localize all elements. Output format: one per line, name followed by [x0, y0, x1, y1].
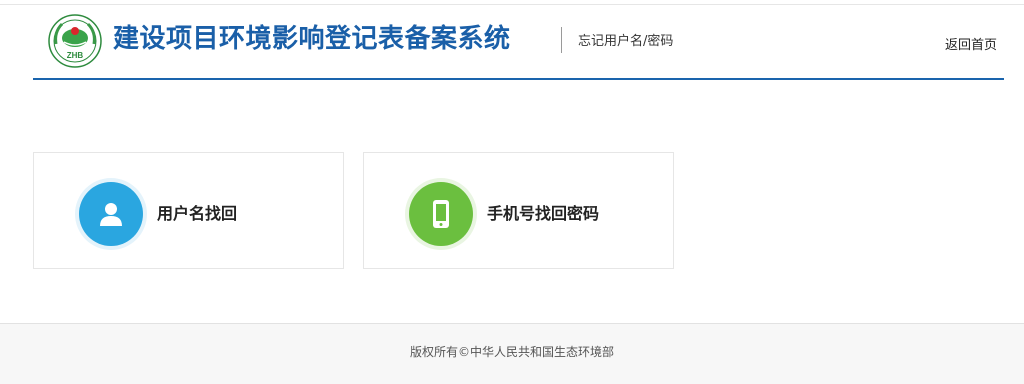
- logo-text: ZHB: [67, 51, 84, 60]
- user-icon: [79, 182, 143, 246]
- site-title: 建设项目环境影响登记表备案系统: [113, 24, 511, 54]
- page-subtitle: 忘记用户名/密码: [578, 34, 674, 49]
- footer: 版权所有©中华人民共和国生态环境部: [0, 323, 1024, 384]
- header-rule: [33, 78, 1004, 80]
- back-to-home-link[interactable]: 返回首页: [945, 38, 997, 54]
- emblem-logo: ZHB: [48, 14, 102, 68]
- title-divider: [561, 27, 562, 53]
- recover-username-card[interactable]: 用户名找回: [33, 152, 344, 269]
- recover-password-by-phone-card[interactable]: 手机号找回密码: [363, 152, 674, 269]
- header: ZHB 建设项目环境影响登记表备案系统 忘记用户名/密码 返回首页: [33, 5, 1004, 81]
- mobile-phone-icon: [409, 182, 473, 246]
- recover-password-by-phone-label: 手机号找回密码: [487, 204, 600, 223]
- recover-username-label: 用户名找回: [157, 204, 238, 223]
- copyright-text: 版权所有©中华人民共和国生态环境部: [409, 345, 614, 359]
